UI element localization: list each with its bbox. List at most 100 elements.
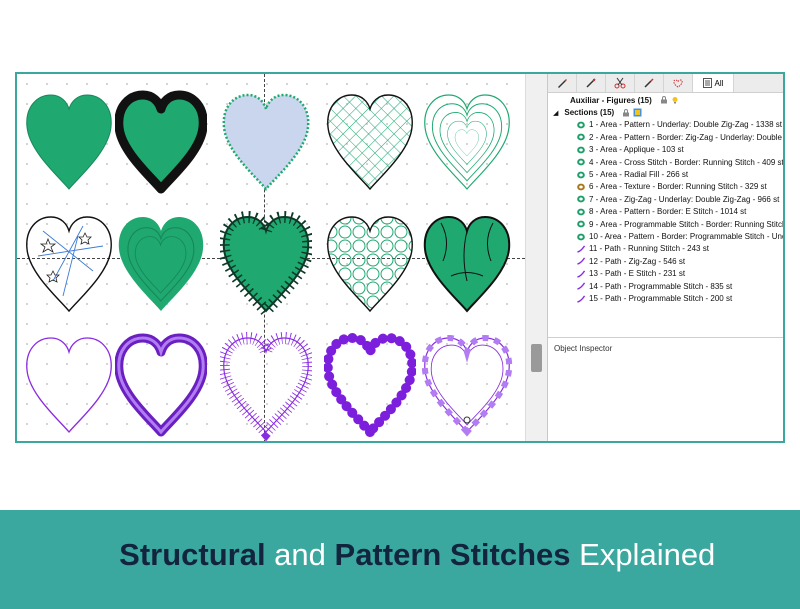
area-object-icon — [577, 195, 585, 203]
tree-node-auxiliary-label: Auxiliar - Figures (15) — [570, 95, 652, 105]
heart-pattern-programmable-border[interactable] — [421, 211, 513, 321]
tree-item-label: 15 - Path - Programmable Stitch - 200 st — [589, 294, 733, 304]
tree-item[interactable]: 13 - Path - E Stitch - 231 st — [576, 268, 685, 280]
area-object-icon — [577, 133, 585, 141]
canvas-vertical-scrollbar[interactable] — [525, 74, 548, 441]
heart-pattern-fill-shape — [26, 94, 112, 190]
heart-path-running-stitch-shape — [26, 337, 112, 434]
tab-all-label: All — [714, 78, 724, 88]
area-object-icon — [577, 233, 585, 240]
heart-cross-stitch[interactable] — [324, 89, 416, 199]
heart-shape-tool-icon[interactable] — [664, 74, 693, 92]
tree-item[interactable]: 4 - Area - Cross Stitch - Border: Runnin… — [576, 156, 784, 168]
heart-path-zigzag-shape — [114, 333, 208, 437]
tab-all[interactable]: All — [693, 74, 734, 92]
needle-tool-icon[interactable] — [577, 74, 606, 92]
tree-item[interactable]: 12 - Path - Zig-Zag - 546 st — [576, 255, 685, 267]
tree-item-label: 12 - Path - Zig-Zag - 546 st — [589, 256, 686, 266]
caption-word-explained: Explained — [570, 537, 716, 572]
area-object-icon — [577, 158, 585, 166]
heart-path-zigzag[interactable] — [114, 332, 208, 441]
tree-item[interactable]: 14 - Path - Programmable Stitch - 835 st — [576, 280, 732, 292]
scissors-tool-icon[interactable] — [606, 74, 635, 92]
tree-item-label: 3 - Area - Applique - 103 st — [589, 145, 684, 155]
tree-item-label: 4 - Area - Cross Stitch - Border: Runnin… — [589, 157, 784, 167]
tree-item-label: 11 - Path - Running Stitch - 243 st — [589, 244, 709, 254]
tree-item[interactable]: 2 - Area - Pattern - Border: Zig-Zag - U… — [576, 131, 785, 143]
heart-programmable-stitch-shape — [327, 216, 413, 313]
app-window: All Auxiliar - Figures (15) ◢ Sections (… — [15, 72, 785, 443]
panel-tab-bar: All — [548, 74, 783, 93]
bulb-icon[interactable] — [671, 96, 679, 104]
tree-item[interactable]: 11 - Path - Running Stitch - 243 st — [576, 243, 709, 255]
tree-item-label: 5 - Area - Radial Fill - 266 st — [589, 170, 689, 180]
tree-item[interactable]: 15 - Path - Programmable Stitch - 200 st — [576, 292, 732, 304]
heart-path-e-stitch[interactable] — [217, 331, 315, 441]
heart-path-programmable-beads[interactable] — [322, 332, 418, 441]
tree-item-label: 7 - Area - Zig-Zag - Underlay: Double Zi… — [589, 194, 780, 204]
tree-item-label: 14 - Path - Programmable Stitch - 835 st — [589, 281, 733, 291]
color-settings-icon[interactable] — [633, 108, 642, 117]
area-object-icon — [577, 146, 585, 154]
tree-item[interactable]: 7 - Area - Zig-Zag - Underlay: Double Zi… — [576, 193, 779, 205]
area-object-icon — [577, 121, 585, 129]
tree-item[interactable]: 3 - Area - Applique - 103 st — [576, 144, 684, 156]
caption-word-and: and — [265, 537, 335, 572]
tree-item-label: 13 - Path - E Stitch - 231 st — [589, 269, 686, 279]
area-object-icon — [577, 208, 585, 216]
tree-item-label: 1 - Area - Pattern - Underlay: Double Zi… — [589, 120, 782, 130]
heart-path-running-stitch[interactable] — [23, 332, 115, 441]
heart-path-e-stitch-shape — [217, 331, 315, 441]
list-icon — [702, 78, 712, 88]
heart-texture-shape — [26, 216, 112, 313]
heart-texture[interactable] — [23, 211, 115, 321]
tree-node-sections[interactable]: ◢ Sections (15) — [553, 106, 642, 118]
heart-zigzag-border[interactable] — [114, 89, 208, 199]
tree-item[interactable]: 5 - Area - Radial Fill - 266 st — [576, 168, 688, 180]
tree-item-label: 9 - Area - Programmable Stitch - Border:… — [589, 219, 785, 229]
object-inspector-title: Object Inspector — [554, 344, 613, 353]
heart-path-programmable-lace[interactable] — [421, 332, 513, 441]
tree-item-label: 10 - Area - Pattern - Border: Programmab… — [589, 232, 785, 242]
caption-word-structural: Structural — [119, 537, 266, 572]
sections-tree: Auxiliar - Figures (15) ◢ Sections (15) … — [548, 93, 785, 337]
lock-icon[interactable] — [622, 108, 630, 117]
tree-item[interactable]: 10 - Area - Pattern - Border: Programmab… — [576, 230, 785, 242]
area-object-icon — [577, 220, 585, 228]
tree-item-label: 2 - Area - Pattern - Border: Zig-Zag - U… — [589, 132, 785, 142]
tree-item[interactable]: 6 - Area - Texture - Border: Running Sti… — [576, 181, 767, 193]
heart-e-stitch-border[interactable] — [217, 210, 315, 321]
tree-item[interactable]: 1 - Area - Pattern - Underlay: Double Zi… — [576, 119, 782, 131]
heart-applique[interactable] — [220, 89, 312, 199]
path-object-icon — [577, 245, 586, 253]
lock-icon[interactable] — [660, 96, 668, 104]
heart-zigzag-underlay[interactable] — [115, 211, 207, 321]
tree-item-label: 6 - Area - Texture - Border: Running Sti… — [589, 182, 767, 192]
design-canvas[interactable] — [17, 74, 525, 441]
heart-path-programmable-beads-shape — [322, 332, 418, 440]
heart-zigzag-border-shape — [114, 90, 208, 194]
pencil-tool-icon[interactable] — [548, 74, 577, 92]
tree-item[interactable]: 9 - Area - Programmable Stitch - Border:… — [576, 218, 785, 230]
path-object-icon — [577, 270, 586, 278]
area-object-icon — [577, 183, 585, 191]
scrollbar-thumb[interactable] — [531, 344, 542, 372]
tree-node-sections-label: Sections (15) — [564, 108, 615, 118]
tree-item[interactable]: 8 - Area - Pattern - Border: E Stitch - … — [576, 206, 746, 218]
heart-programmable-stitch[interactable] — [324, 211, 416, 321]
tree-node-auxiliary[interactable]: Auxiliar - Figures (15) — [570, 94, 679, 106]
path-object-icon — [577, 257, 586, 266]
magic-wand-tool-icon[interactable] — [635, 74, 664, 92]
expand-arrow-icon[interactable]: ◢ — [553, 109, 558, 117]
heart-cross-stitch-shape — [327, 94, 413, 191]
caption-word-pattern-stitches: Pattern Stitches — [334, 537, 571, 572]
heart-path-programmable-lace-shape — [421, 334, 513, 437]
tree-item-label: 8 - Area - Pattern - Border: E Stitch - … — [589, 207, 747, 217]
heart-pattern-fill[interactable] — [23, 89, 115, 199]
heart-pattern-programmable-border-shape — [423, 215, 511, 313]
sequence-panel: All Auxiliar - Figures (15) ◢ Sections (… — [547, 74, 785, 441]
caption-banner: Structural and Pattern Stitches Explaine… — [0, 510, 800, 600]
object-inspector: Object Inspector — [548, 337, 783, 441]
heart-radial-fill[interactable] — [421, 89, 513, 199]
heart-radial-fill-shape — [424, 94, 510, 190]
